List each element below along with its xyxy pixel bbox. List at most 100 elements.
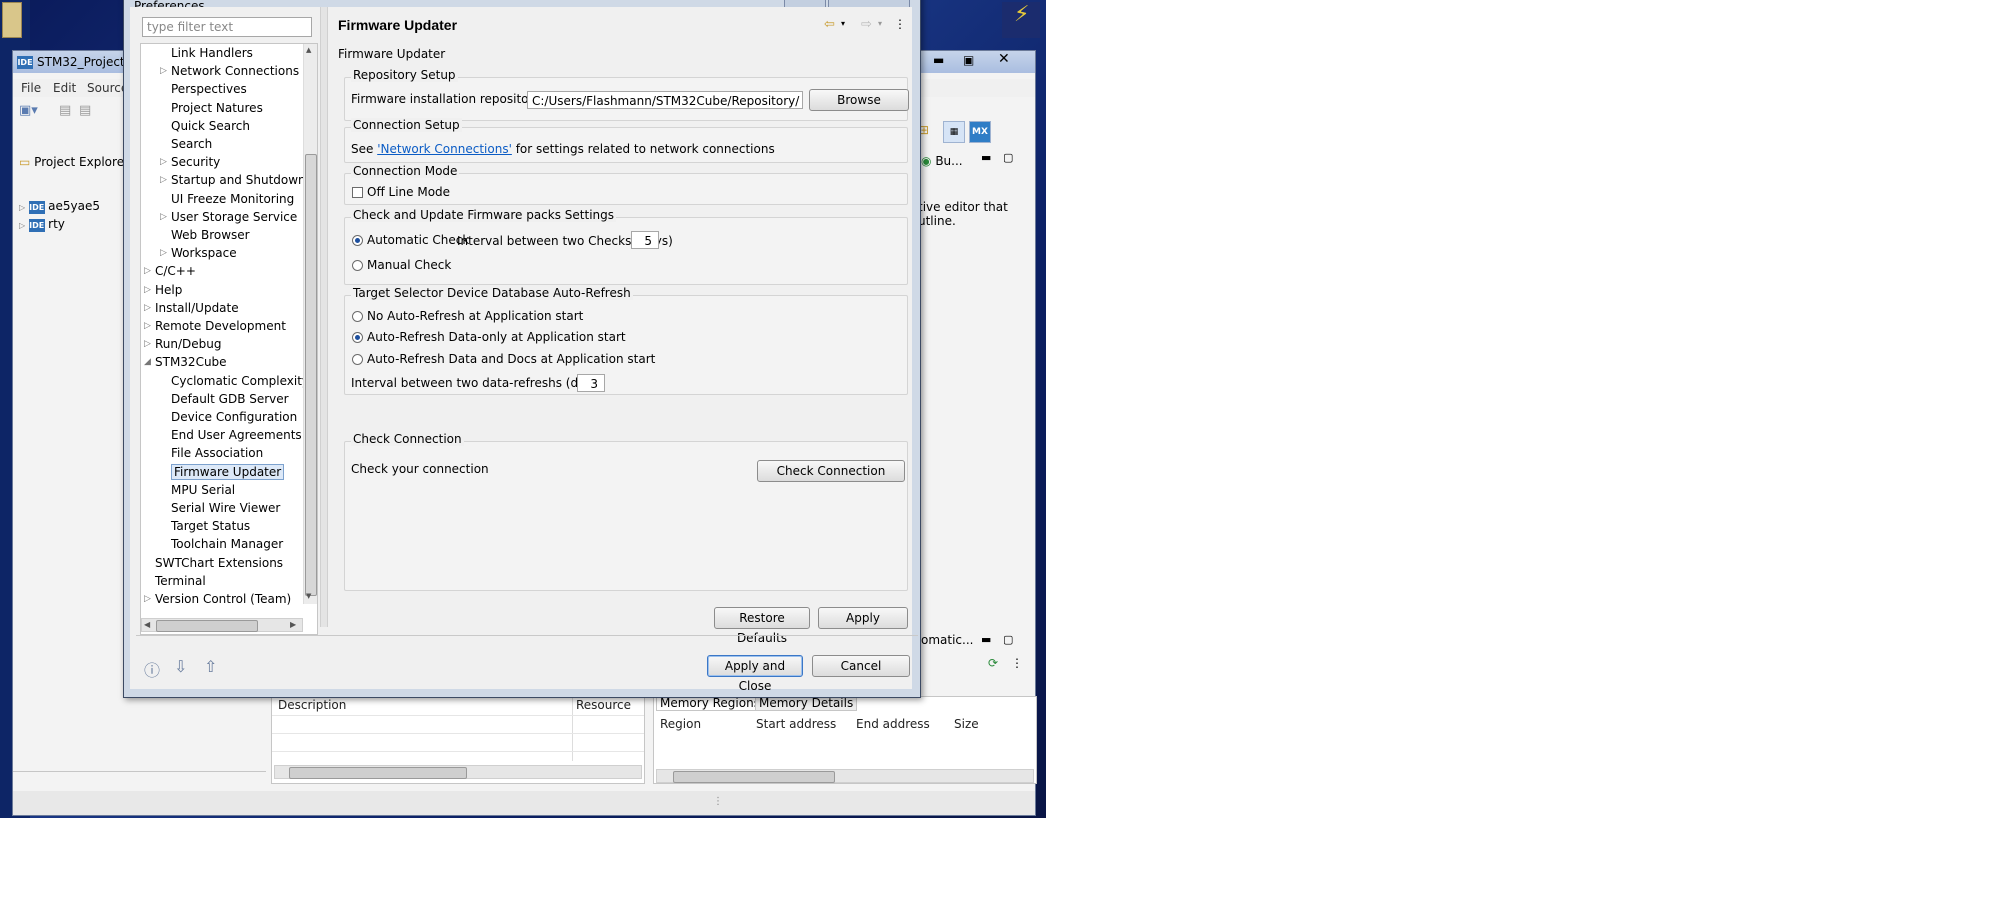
tree-item[interactable]: File Association bbox=[171, 446, 263, 460]
view-menu-icon[interactable]: ⋮ bbox=[1011, 656, 1023, 670]
network-connections-link[interactable]: 'Network Connections' bbox=[377, 142, 512, 156]
expand-arrow-icon[interactable]: ▷ bbox=[144, 594, 151, 604]
data-only-radio[interactable] bbox=[352, 332, 363, 343]
check-interval-input[interactable]: 5 bbox=[631, 231, 659, 249]
tree-item[interactable]: ▷ Help bbox=[144, 283, 182, 297]
expand-arrow-icon[interactable]: ▷ bbox=[19, 203, 25, 212]
tree-item[interactable]: SWTChart Extensions bbox=[155, 556, 283, 570]
no-auto-refresh-radio[interactable] bbox=[352, 311, 363, 322]
save-all-icon[interactable]: ▤ bbox=[79, 103, 91, 118]
maximize-view-icon[interactable]: ▢ bbox=[1003, 151, 1013, 164]
minimize-icon[interactable]: ▬ bbox=[933, 53, 944, 67]
column-region[interactable]: Region bbox=[660, 717, 701, 731]
tree-item[interactable]: Target Status bbox=[171, 519, 250, 533]
restore-defaults-button[interactable]: Restore Defaults bbox=[714, 607, 810, 645]
tree-item[interactable]: Firmware Updater bbox=[171, 463, 285, 480]
minimize-view-icon[interactable]: ▬ bbox=[981, 633, 991, 646]
project-item-rty[interactable]: ▷ IDE rty bbox=[19, 217, 65, 232]
automatic-check-radio[interactable] bbox=[352, 235, 363, 246]
expand-arrow-icon[interactable]: ▷ bbox=[160, 248, 167, 258]
column-size[interactable]: Size bbox=[954, 717, 979, 731]
tree-item[interactable]: ▷ Run/Debug bbox=[144, 337, 222, 351]
new-icon[interactable]: ▣▾ bbox=[19, 103, 38, 118]
scroll-thumb[interactable] bbox=[673, 771, 835, 783]
repository-path-input[interactable]: C:/Users/Flashmann/STM32Cube/Repository/ bbox=[527, 91, 803, 109]
tree-item[interactable]: Link Handlers bbox=[171, 46, 253, 60]
back-icon[interactable]: ⇦ bbox=[824, 17, 835, 32]
filter-input[interactable]: type filter text bbox=[142, 17, 312, 37]
close-icon[interactable]: ✕ bbox=[998, 51, 1010, 67]
tree-item[interactable]: ▷ Network Connections bbox=[160, 64, 299, 78]
column-end-address[interactable]: End address bbox=[856, 717, 930, 731]
import-icon[interactable]: ⇩ bbox=[174, 657, 187, 676]
tree-item[interactable]: End User Agreements bbox=[171, 428, 302, 442]
tree-item[interactable]: Cyclomatic Complexity bbox=[171, 374, 309, 388]
cancel-button[interactable]: Cancel bbox=[812, 655, 910, 677]
refresh-interval-input[interactable]: 3 bbox=[577, 374, 605, 392]
tree-item[interactable]: ◢ STM32Cube bbox=[144, 355, 227, 369]
help-icon[interactable]: ⓘ bbox=[144, 657, 160, 681]
scroll-up-icon[interactable]: ▲ bbox=[306, 46, 311, 54]
tree-item[interactable]: ▷ User Storage Service bbox=[160, 210, 297, 224]
maximize-icon[interactable]: ▣ bbox=[963, 53, 974, 67]
tree-item[interactable]: UI Freeze Monitoring bbox=[171, 192, 294, 206]
back-menu-icon[interactable]: ▾ bbox=[841, 19, 845, 28]
problems-hscrollbar[interactable] bbox=[274, 765, 642, 779]
mx-perspective-icon[interactable]: MX bbox=[969, 121, 991, 143]
tree-item[interactable]: ▷ C/C++ bbox=[144, 264, 196, 278]
tree-item[interactable]: Serial Wire Viewer bbox=[171, 501, 280, 515]
debug-perspective-icon[interactable]: ▦ bbox=[943, 121, 965, 143]
build-analyzer-tab[interactable]: ◉ Bu... bbox=[921, 154, 963, 168]
check-connection-button[interactable]: Check Connection bbox=[757, 460, 905, 482]
save-icon[interactable]: ▤ bbox=[59, 103, 71, 118]
expand-arrow-icon[interactable]: ▷ bbox=[19, 221, 25, 230]
tree-vscrollbar[interactable]: ▲ ▼ bbox=[303, 44, 317, 604]
tree-item[interactable]: Toolchain Manager bbox=[171, 537, 283, 551]
column-description[interactable]: Description bbox=[278, 698, 346, 712]
column-resource[interactable]: Resource bbox=[576, 698, 631, 712]
refresh-icon[interactable]: ⟳ bbox=[988, 656, 998, 670]
expand-arrow-icon[interactable]: ▷ bbox=[144, 266, 151, 276]
tree-item[interactable]: ▷ Version Control (Team) bbox=[144, 592, 291, 606]
browse-button[interactable]: Browse bbox=[809, 89, 909, 111]
view-menu-icon[interactable]: ⋮ bbox=[894, 17, 906, 31]
tree-item[interactable]: Search bbox=[171, 137, 212, 151]
tree-item[interactable]: MPU Serial bbox=[171, 483, 235, 497]
column-start-address[interactable]: Start address bbox=[756, 717, 836, 731]
maximize-view-icon[interactable]: ▢ bbox=[1003, 633, 1013, 646]
minimize-view-icon[interactable]: ▬ bbox=[981, 151, 991, 164]
scroll-thumb[interactable] bbox=[156, 620, 258, 632]
forward-menu-icon[interactable]: ▾ bbox=[878, 19, 882, 28]
scroll-down-icon[interactable]: ▼ bbox=[306, 592, 311, 600]
expand-arrow-icon[interactable]: ▷ bbox=[160, 157, 167, 167]
tree-item[interactable]: Project Natures bbox=[171, 101, 263, 115]
manual-check-radio[interactable] bbox=[352, 260, 363, 271]
desktop-shortcut-icon[interactable]: ⚡ bbox=[1002, 2, 1040, 38]
scroll-right-icon[interactable]: ▶ bbox=[290, 620, 296, 629]
expand-arrow-icon[interactable]: ▷ bbox=[160, 175, 167, 185]
menu-edit[interactable]: Edit bbox=[53, 81, 76, 95]
memory-hscrollbar[interactable] bbox=[656, 769, 1034, 783]
tree-item[interactable]: ▷ Workspace bbox=[160, 246, 237, 260]
menu-file[interactable]: File bbox=[21, 81, 41, 95]
tree-item[interactable]: ▷ Startup and Shutdown bbox=[160, 173, 306, 187]
project-item-ae5yae5[interactable]: ▷ IDE ae5yae5 bbox=[19, 199, 100, 214]
scroll-left-icon[interactable]: ◀ bbox=[144, 620, 150, 629]
collapse-arrow-icon[interactable]: ◢ bbox=[144, 357, 151, 367]
tree-item[interactable]: Quick Search bbox=[171, 119, 250, 133]
tree-item[interactable]: Device Configuration bbox=[171, 410, 297, 424]
tree-item[interactable]: ▷ Install/Update bbox=[144, 301, 239, 315]
tree-hscrollbar[interactable]: ◀ ▶ bbox=[141, 618, 303, 632]
apply-button[interactable]: Apply bbox=[818, 607, 908, 629]
forward-icon[interactable]: ⇨ bbox=[861, 17, 872, 32]
offline-mode-checkbox[interactable] bbox=[352, 187, 363, 198]
tree-item[interactable]: ▷ Security bbox=[160, 155, 220, 169]
tree-item[interactable]: Web Browser bbox=[171, 228, 250, 242]
tree-item[interactable]: ▷ Remote Development bbox=[144, 319, 286, 333]
expand-arrow-icon[interactable]: ▷ bbox=[144, 321, 151, 331]
expand-arrow-icon[interactable]: ▷ bbox=[144, 303, 151, 313]
scroll-thumb[interactable] bbox=[289, 767, 467, 779]
expand-arrow-icon[interactable]: ▷ bbox=[160, 212, 167, 222]
data-docs-radio[interactable] bbox=[352, 354, 363, 365]
apply-and-close-button[interactable]: Apply and Close bbox=[707, 655, 803, 693]
